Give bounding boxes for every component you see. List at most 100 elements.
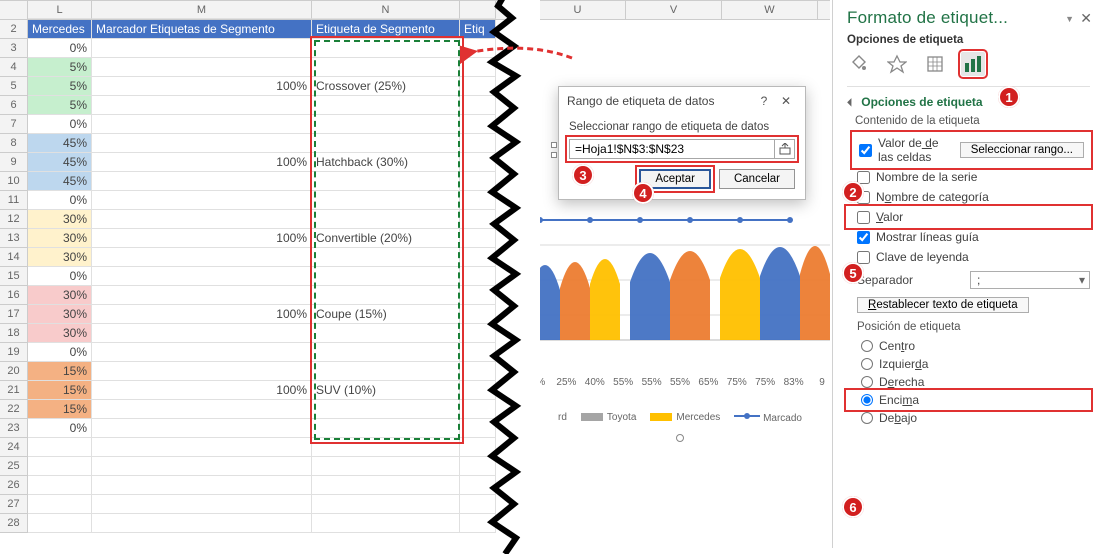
row-header[interactable]: 4: [0, 58, 28, 77]
row-header[interactable]: 7: [0, 115, 28, 134]
cell[interactable]: [460, 172, 496, 191]
separador-select[interactable]: ;: [970, 271, 1090, 289]
cell[interactable]: [92, 457, 312, 476]
cell[interactable]: [312, 457, 460, 476]
mostrar-guia-checkbox[interactable]: [857, 231, 870, 244]
pane-menu-icon[interactable]: ▼: [1065, 14, 1074, 24]
cell[interactable]: [460, 267, 496, 286]
row-header[interactable]: 19: [0, 343, 28, 362]
nombre-serie-checkbox[interactable]: [857, 171, 870, 184]
col-ext-header[interactable]: [460, 1, 496, 19]
cell[interactable]: Crossover (25%): [312, 77, 460, 96]
cell[interactable]: [460, 153, 496, 172]
cell[interactable]: 100%: [92, 153, 312, 172]
cell[interactable]: [92, 438, 312, 457]
cell[interactable]: [460, 191, 496, 210]
cell[interactable]: [92, 362, 312, 381]
cell[interactable]: 100%: [92, 229, 312, 248]
cell[interactable]: [92, 115, 312, 134]
cell[interactable]: [460, 305, 496, 324]
cell[interactable]: [28, 438, 92, 457]
cell[interactable]: [92, 419, 312, 438]
cell[interactable]: 30%: [28, 324, 92, 343]
cell[interactable]: [460, 58, 496, 77]
cell[interactable]: [92, 400, 312, 419]
pos-debajo-radio[interactable]: [861, 412, 873, 424]
cancel-button[interactable]: Cancelar: [719, 169, 795, 189]
cell[interactable]: [28, 476, 92, 495]
cell[interactable]: 30%: [28, 210, 92, 229]
row-header[interactable]: 13: [0, 229, 28, 248]
cell[interactable]: [92, 210, 312, 229]
range-picker-icon[interactable]: [774, 140, 794, 158]
cell[interactable]: [460, 514, 496, 533]
row-header[interactable]: 3: [0, 39, 28, 58]
cell[interactable]: 0%: [28, 343, 92, 362]
cell[interactable]: [312, 324, 460, 343]
cell[interactable]: [312, 362, 460, 381]
cell[interactable]: 30%: [28, 305, 92, 324]
size-tab-icon[interactable]: [923, 52, 947, 76]
cell[interactable]: [92, 495, 312, 514]
cell[interactable]: [312, 419, 460, 438]
cell[interactable]: [312, 267, 460, 286]
cell[interactable]: [92, 514, 312, 533]
cell[interactable]: 45%: [28, 153, 92, 172]
cell[interactable]: 15%: [28, 381, 92, 400]
cell[interactable]: 0%: [28, 115, 92, 134]
cell[interactable]: [92, 248, 312, 267]
col-N-header[interactable]: N: [312, 1, 460, 19]
row-header[interactable]: 6: [0, 96, 28, 115]
row-header[interactable]: 9: [0, 153, 28, 172]
cell[interactable]: 0%: [28, 419, 92, 438]
cell[interactable]: [460, 324, 496, 343]
cell[interactable]: [312, 191, 460, 210]
row-header[interactable]: 15: [0, 267, 28, 286]
label-options-tab-icon[interactable]: [961, 52, 985, 76]
cell[interactable]: SUV (10%): [312, 381, 460, 400]
cell[interactable]: [92, 324, 312, 343]
cell[interactable]: 5%: [28, 58, 92, 77]
clave-leyenda-checkbox[interactable]: [857, 251, 870, 264]
cell[interactable]: 100%: [92, 77, 312, 96]
cell[interactable]: [28, 495, 92, 514]
cell[interactable]: [92, 134, 312, 153]
cell[interactable]: 15%: [28, 362, 92, 381]
cell[interactable]: [312, 476, 460, 495]
cell[interactable]: 45%: [28, 172, 92, 191]
row-header[interactable]: 5: [0, 77, 28, 96]
cell[interactable]: [92, 172, 312, 191]
cell[interactable]: [92, 39, 312, 58]
cell[interactable]: 0%: [28, 267, 92, 286]
cell[interactable]: [312, 514, 460, 533]
row-header[interactable]: 24: [0, 438, 28, 457]
cell[interactable]: 30%: [28, 286, 92, 305]
cell[interactable]: [460, 134, 496, 153]
cell[interactable]: [460, 343, 496, 362]
pane-tab-header[interactable]: Opciones de etiqueta: [847, 34, 1090, 46]
valor-checkbox[interactable]: [857, 211, 870, 224]
cell[interactable]: [312, 115, 460, 134]
col-L-header[interactable]: L: [28, 1, 92, 19]
cell[interactable]: [28, 514, 92, 533]
cell[interactable]: [460, 210, 496, 229]
row-header[interactable]: 26: [0, 476, 28, 495]
row-header[interactable]: 12: [0, 210, 28, 229]
cell[interactable]: 100%: [92, 381, 312, 400]
row-header[interactable]: 22: [0, 400, 28, 419]
pos-izquierda-radio[interactable]: [861, 358, 873, 370]
cell[interactable]: [28, 457, 92, 476]
cell[interactable]: [312, 39, 460, 58]
cell[interactable]: [92, 476, 312, 495]
row-header[interactable]: 23: [0, 419, 28, 438]
chart-preview[interactable]: 5%25%40%55%55%55%65%75%75%83%9 rd Toyota…: [530, 210, 830, 430]
cell[interactable]: [460, 39, 496, 58]
cell[interactable]: [312, 400, 460, 419]
dialog-resize-handle[interactable]: [551, 142, 557, 148]
valor-celdas-checkbox[interactable]: [859, 144, 872, 157]
effects-tab-icon[interactable]: [885, 52, 909, 76]
row-header[interactable]: 2: [0, 20, 28, 39]
cell[interactable]: [92, 191, 312, 210]
cell[interactable]: [312, 438, 460, 457]
cell[interactable]: 0%: [28, 191, 92, 210]
